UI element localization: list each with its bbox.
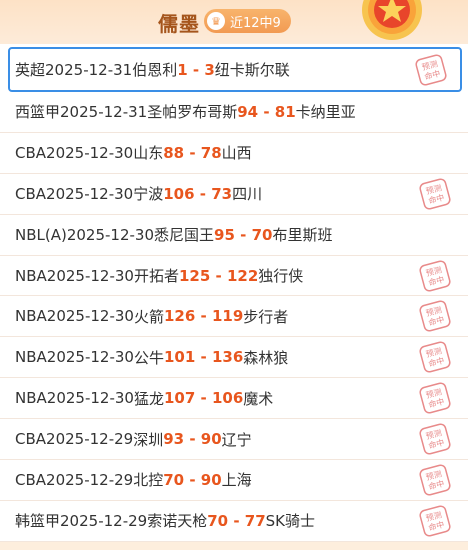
away-team: 四川: [232, 185, 263, 204]
home-team: 伯恩利: [132, 61, 178, 79]
match-score: 101 - 136: [163, 348, 244, 367]
match-row[interactable]: 英超 2025-12-31 伯恩利 1 - 3 纽卡斯尔联 预测 命中: [8, 47, 462, 92]
home-team: 索诺天枪: [147, 512, 208, 531]
match-list: 英超 2025-12-31 伯恩利 1 - 3 纽卡斯尔联 预测 命中 西篮甲 2025-…: [0, 44, 468, 542]
match-row[interactable]: NBA 2025-12-30 公牛 101 - 136 森林狼 预测 命中: [0, 337, 468, 379]
home-team: 悉尼国王: [154, 226, 215, 245]
home-team: 深圳: [133, 430, 164, 449]
match-row[interactable]: NBA 2025-12-30 开拓者 125 - 122 独行侠 预测 命中: [0, 256, 468, 297]
match-date: 2025-12-29: [46, 430, 134, 449]
match-score: 106 - 73: [163, 184, 233, 203]
away-team: 辽宁: [221, 430, 252, 449]
home-team: 北控: [133, 471, 164, 490]
away-team: 山西: [221, 144, 252, 163]
match-score: 126 - 119: [163, 307, 244, 326]
match-score: 95 - 70: [214, 225, 273, 244]
match-date: 2025-12-30: [46, 143, 134, 162]
match-date: 2025-12-29: [46, 470, 134, 489]
match-row[interactable]: NBA 2025-12-30 火箭 126 - 119 步行者 预测 命中: [0, 296, 468, 338]
match-score: 94 - 81: [237, 102, 296, 121]
match-date: 2025-12-30: [46, 348, 134, 367]
away-team: 步行者: [243, 307, 289, 326]
home-team: 宁波: [133, 185, 164, 204]
away-team: 纽卡斯尔联: [214, 61, 290, 79]
match-score: 70 - 90: [163, 470, 222, 489]
league-name: NBA: [15, 307, 47, 326]
league-name: CBA: [15, 470, 47, 489]
league-name: CBA: [15, 184, 47, 203]
match-row[interactable]: CBA 2025-12-30 山东 88 - 78 山西: [0, 133, 468, 174]
match-row[interactable]: NBL(A) 2025-12-30 悉尼国王 95 - 70 布里斯班: [0, 215, 468, 256]
header: 儒墨 ♛ 近12中9: [0, 0, 468, 44]
away-team: SK骑士: [265, 512, 315, 531]
away-team: 魔术: [243, 389, 274, 408]
league-name: NBA: [15, 389, 47, 408]
away-team: 独行侠: [258, 267, 304, 285]
home-team: 火箭: [133, 307, 164, 326]
hit-stamp-icon: 预测命中: [419, 464, 451, 496]
match-date: 2025-12-29: [60, 511, 148, 530]
home-team: 山东: [133, 144, 164, 163]
hit-stamp-icon: 预测命中: [419, 300, 451, 332]
hit-stamp-icon: 预测命中: [419, 382, 451, 414]
crown-icon: ♛: [207, 12, 225, 30]
match-date: 2025-12-30: [46, 266, 134, 285]
match-score: 88 - 78: [163, 143, 222, 162]
away-team: 上海: [221, 471, 252, 490]
match-score: 70 - 77: [207, 511, 266, 530]
league-name: CBA: [15, 430, 47, 449]
hit-rate-label: 近12中9: [230, 15, 281, 31]
away-team: 森林狼: [243, 348, 289, 367]
hit-stamp-icon: 预测命中: [419, 423, 451, 455]
hit-stamp-icon: 预测命中: [419, 341, 451, 373]
league-name: CBA: [15, 143, 47, 162]
hit-stamp-icon: 预测命中: [419, 505, 451, 537]
home-team: 公牛: [133, 348, 164, 367]
match-date: 2025-12-31: [60, 102, 148, 121]
league-name: 英超: [15, 61, 46, 79]
match-row[interactable]: CBA 2025-12-30 宁波 106 - 73 四川 预测 命中: [0, 174, 468, 215]
away-team: 卡纳里亚: [295, 103, 356, 122]
league-name: NBL(A): [15, 225, 67, 244]
league-name: 西篮甲: [15, 103, 61, 122]
hit-rate-badge: ♛ 近12中9: [204, 9, 291, 33]
medal-icon: [362, 0, 422, 40]
match-row[interactable]: CBA 2025-12-29 北控 70 - 90 上海 预测 命中: [0, 460, 468, 501]
home-team: 圣帕罗布哥斯: [147, 103, 238, 122]
hit-stamp-icon: 预测命中: [419, 259, 451, 292]
league-name: NBA: [15, 348, 47, 367]
match-score: 107 - 106: [163, 389, 244, 408]
match-row[interactable]: 韩篮甲 2025-12-29 索诺天枪 70 - 77 SK骑士 预测 命中: [0, 501, 468, 542]
match-date: 2025-12-30: [46, 184, 134, 203]
match-date: 2025-12-30: [66, 225, 155, 244]
match-score: 1 - 3: [177, 60, 215, 79]
match-score: 93 - 90: [163, 430, 222, 449]
home-team: 猛龙: [133, 389, 164, 408]
home-team: 开拓者: [133, 267, 179, 285]
match-row[interactable]: 西篮甲 2025-12-31 圣帕罗布哥斯 94 - 81 卡纳里亚: [0, 92, 468, 133]
league-name: NBA: [15, 266, 47, 285]
match-row[interactable]: CBA 2025-12-29 深圳 93 - 90 辽宁 预测 命中: [0, 419, 468, 461]
page-title: 儒墨: [158, 12, 200, 36]
away-team: 布里斯班: [272, 226, 333, 245]
match-date: 2025-12-31: [45, 60, 133, 79]
match-date: 2025-12-30: [46, 307, 134, 326]
match-row[interactable]: NBA 2025-12-30 猛龙 107 - 106 魔术 预测 命中: [0, 378, 468, 420]
hit-stamp-icon: 预测命中: [415, 53, 447, 86]
league-name: 韩篮甲: [15, 512, 61, 531]
match-date: 2025-12-30: [46, 389, 134, 408]
match-score: 125 - 122: [178, 266, 259, 285]
hit-stamp-icon: 预测命中: [419, 178, 451, 210]
